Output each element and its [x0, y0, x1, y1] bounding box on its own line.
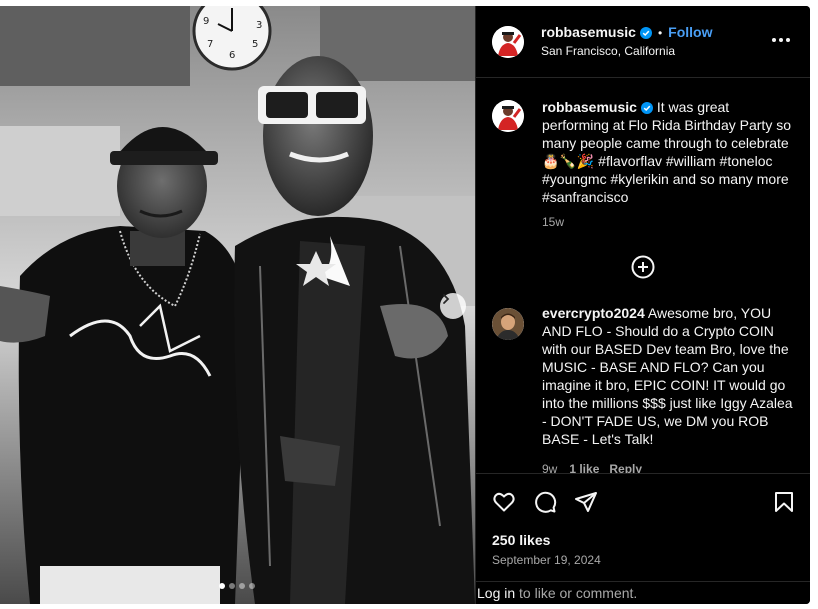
post-location[interactable]: San Francisco, California [541, 44, 675, 58]
comment-icon[interactable] [533, 490, 557, 514]
login-link[interactable]: Log in [477, 585, 515, 601]
comment-time[interactable]: 9w [542, 462, 557, 473]
carousel-dot [239, 583, 245, 589]
svg-text:3: 3 [256, 20, 262, 31]
comment-username[interactable]: evercrypto2024 [542, 305, 645, 321]
post-header: robbasemusic • Follow San Francisco, Calif… [476, 6, 810, 78]
svg-text:5: 5 [252, 39, 258, 50]
caption-username[interactable]: robbasemusic [542, 99, 637, 115]
next-photo-button[interactable] [440, 293, 466, 319]
carousel-dot [249, 583, 255, 589]
comment-avatar[interactable] [492, 308, 524, 340]
photo-image: 9 7 6 5 3 [0, 6, 475, 604]
avatar-image [492, 308, 524, 340]
follow-button[interactable]: Follow [668, 24, 712, 40]
svg-text:9: 9 [203, 16, 209, 27]
svg-text:6: 6 [229, 50, 235, 61]
post-modal: 9 7 6 5 3 robbasemusic • Follow San Fran… [0, 6, 810, 604]
carousel-dot [219, 583, 225, 589]
post-date[interactable]: September 19, 2024 [492, 553, 601, 567]
header-user-line: robbasemusic • Follow [541, 24, 712, 42]
avatar[interactable] [492, 26, 524, 58]
login-prompt-rest: to like or comment. [515, 585, 638, 601]
carousel-indicator [219, 583, 255, 589]
caption-time[interactable]: 15w [542, 215, 564, 229]
header-username[interactable]: robbasemusic [541, 24, 636, 40]
svg-text:7: 7 [207, 39, 213, 50]
bookmark-icon[interactable] [772, 490, 796, 514]
likes-count[interactable]: 250 likes [492, 532, 550, 548]
post-details-panel: robbasemusic • Follow San Francisco, Calif… [475, 6, 810, 604]
carousel-dot [229, 583, 235, 589]
reply-button[interactable]: Reply [609, 462, 642, 473]
share-icon[interactable] [574, 490, 598, 514]
login-prompt-text: Log in to like or comment. [477, 585, 637, 601]
verified-badge-icon [639, 27, 652, 39]
avatar-image [492, 26, 524, 58]
caption: robbasemusic It was great performing at … [542, 98, 798, 206]
chevron-right-icon [443, 294, 450, 304]
comment-meta: 9w 1 like Reply [542, 462, 652, 473]
post-actions: 250 likes September 19, 2024 [476, 473, 810, 581]
plus-circle-icon[interactable] [631, 255, 655, 279]
more-options-icon[interactable] [772, 36, 792, 44]
heart-icon[interactable] [492, 490, 516, 514]
post-photo[interactable]: 9 7 6 5 3 [0, 6, 475, 604]
header-separator: • [657, 26, 663, 40]
comments-section: robbasemusic It was great performing at … [476, 78, 810, 473]
caption-avatar[interactable] [492, 100, 524, 132]
wall-clock: 9 7 6 5 3 [192, 6, 272, 71]
avatar-image [492, 100, 524, 132]
comment-body: Awesome bro, YOU AND FLO - Should do a C… [542, 305, 793, 447]
comment-likes[interactable]: 1 like [569, 462, 599, 473]
verified-badge-icon [640, 102, 653, 114]
comment: evercrypto2024 Awesome bro, YOU AND FLO … [542, 304, 798, 448]
login-prompt: Log in to like or comment. [476, 581, 810, 604]
